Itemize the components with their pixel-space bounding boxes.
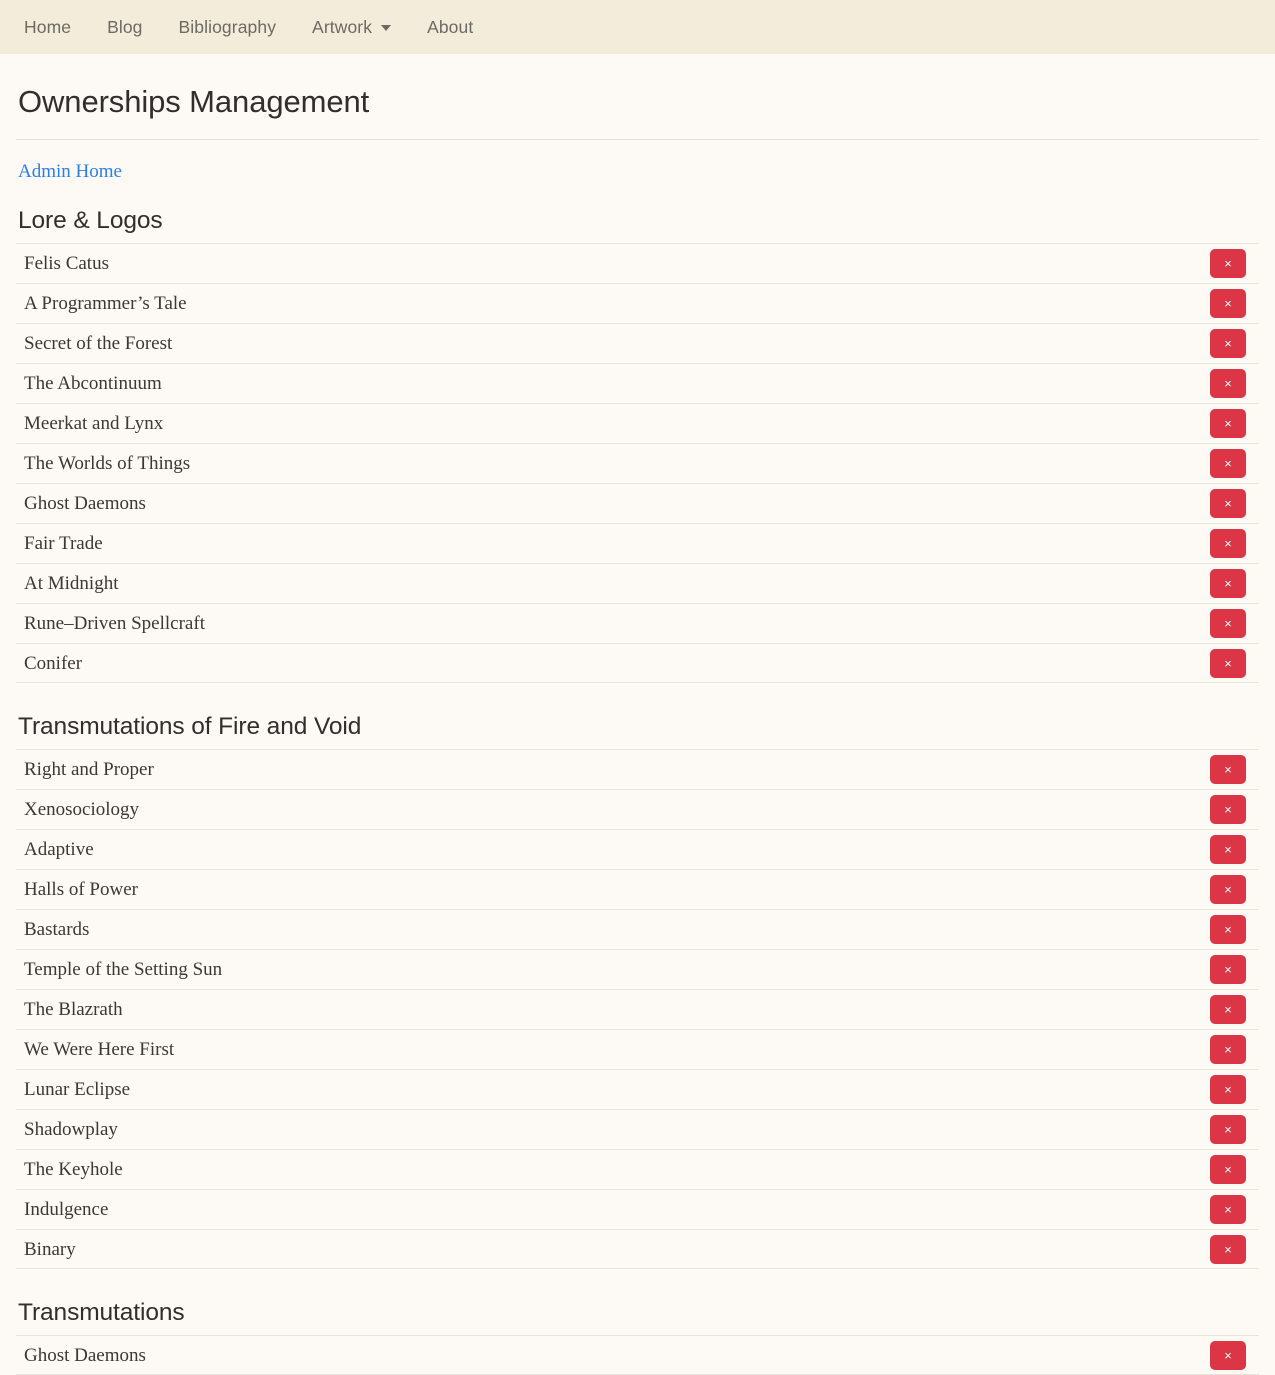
list-item: Felis Catus × bbox=[16, 243, 1259, 283]
delete-button[interactable]: × bbox=[1210, 529, 1246, 558]
list-item-label: Right and Proper bbox=[24, 759, 154, 780]
section-heading: Transmutations bbox=[18, 1299, 185, 1326]
page-container: Ownerships Management Admin Home Lore & … bbox=[0, 84, 1275, 1375]
section-heading: Lore & Logos bbox=[18, 207, 163, 234]
list-item-label: We Were Here First bbox=[24, 1039, 175, 1060]
list-item: Conifer × bbox=[16, 643, 1259, 683]
list-item: Xenosociology × bbox=[16, 789, 1259, 829]
page-title: Ownerships Management bbox=[18, 84, 370, 119]
list-item-label: Binary bbox=[24, 1238, 76, 1260]
nav-link-about[interactable]: About bbox=[409, 0, 491, 54]
delete-button[interactable]: × bbox=[1210, 569, 1246, 598]
delete-button[interactable]: × bbox=[1210, 1155, 1246, 1184]
delete-button[interactable]: × bbox=[1210, 449, 1246, 478]
nav-link-home[interactable]: Home bbox=[18, 0, 89, 54]
delete-button[interactable]: × bbox=[1210, 1195, 1246, 1224]
delete-button[interactable]: × bbox=[1210, 755, 1246, 784]
ownership-list: Ghost Daemons × bbox=[16, 1335, 1259, 1375]
list-item: Right and Proper × bbox=[16, 749, 1259, 789]
nav-items: Home Blog Bibliography Artwork About bbox=[18, 0, 491, 54]
list-item-label: Bastards bbox=[24, 919, 90, 940]
nav-dropdown-artwork[interactable]: Artwork bbox=[294, 0, 409, 54]
list-item: Fair Trade × bbox=[16, 523, 1259, 563]
delete-button[interactable]: × bbox=[1210, 1234, 1246, 1264]
section-heading: Transmutations of Fire and Void bbox=[18, 713, 362, 740]
ownership-list: Felis Catus × A Programmer’s Tale × Secret o… bbox=[16, 243, 1259, 683]
list-item-label: Conifer bbox=[24, 652, 83, 674]
list-item: Ghost Daemons × bbox=[16, 483, 1259, 523]
list-item: The Abcontinuum × bbox=[16, 363, 1259, 403]
list-item-label: Rune–Driven Spellcraft bbox=[24, 613, 205, 634]
list-item-label: Ghost Daemons bbox=[24, 493, 146, 514]
list-item: Binary × bbox=[16, 1229, 1259, 1269]
nav-link-bibliography[interactable]: Bibliography bbox=[161, 0, 295, 54]
list-item-label: Meerkat and Lynx bbox=[24, 413, 164, 434]
list-item-label: Indulgence bbox=[24, 1199, 109, 1220]
main-navbar: Home Blog Bibliography Artwork About bbox=[0, 0, 1275, 54]
list-item: Temple of the Setting Sun × bbox=[16, 949, 1259, 989]
list-item-label: The Worlds of Things bbox=[24, 453, 191, 474]
admin-home-link[interactable]: Admin Home bbox=[18, 161, 122, 183]
list-item-label: Xenosociology bbox=[24, 799, 140, 820]
delete-button[interactable]: × bbox=[1210, 648, 1246, 678]
sections-root: Lore & Logos Felis Catus × A Programmer’s T… bbox=[16, 207, 1259, 1375]
delete-button[interactable]: × bbox=[1210, 835, 1246, 864]
delete-button[interactable]: × bbox=[1210, 1340, 1246, 1370]
delete-button[interactable]: × bbox=[1210, 955, 1246, 984]
chevron-down-icon bbox=[381, 25, 392, 31]
list-item: Indulgence × bbox=[16, 1189, 1259, 1229]
list-item-label: Lunar Eclipse bbox=[24, 1079, 131, 1100]
list-item: Adaptive × bbox=[16, 829, 1259, 869]
delete-button[interactable]: × bbox=[1210, 409, 1246, 438]
delete-button[interactable]: × bbox=[1210, 915, 1246, 944]
list-item: The Worlds of Things × bbox=[16, 443, 1259, 483]
delete-button[interactable]: × bbox=[1210, 875, 1246, 904]
list-item: Shadowplay × bbox=[16, 1109, 1259, 1149]
list-item-label: Adaptive bbox=[24, 839, 94, 860]
list-item: Meerkat and Lynx × bbox=[16, 403, 1259, 443]
list-item: Rune–Driven Spellcraft × bbox=[16, 603, 1259, 643]
list-item-label: Secret of the Forest bbox=[24, 333, 173, 354]
list-item-label: At Midnight bbox=[24, 573, 119, 594]
delete-button[interactable]: × bbox=[1210, 1075, 1246, 1104]
list-item-label: The Abcontinuum bbox=[24, 373, 162, 394]
delete-button[interactable]: × bbox=[1210, 329, 1246, 358]
list-item: Ghost Daemons × bbox=[16, 1335, 1259, 1375]
delete-button[interactable]: × bbox=[1210, 289, 1246, 318]
delete-button[interactable]: × bbox=[1210, 249, 1246, 278]
list-item-label: A Programmer’s Tale bbox=[24, 293, 187, 314]
list-item: Halls of Power × bbox=[16, 869, 1259, 909]
delete-button[interactable]: × bbox=[1210, 995, 1246, 1024]
list-item-label: Halls of Power bbox=[24, 879, 138, 900]
delete-button[interactable]: × bbox=[1210, 369, 1246, 398]
delete-button[interactable]: × bbox=[1210, 1035, 1246, 1064]
list-item: Secret of the Forest × bbox=[16, 323, 1259, 363]
list-item-label: Temple of the Setting Sun bbox=[24, 959, 223, 980]
delete-button[interactable]: × bbox=[1210, 489, 1246, 518]
list-item: The Blazrath × bbox=[16, 989, 1259, 1029]
list-item-label: The Keyhole bbox=[24, 1159, 123, 1180]
nav-link-blog[interactable]: Blog bbox=[89, 0, 160, 54]
delete-button[interactable]: × bbox=[1210, 795, 1246, 824]
nav-dropdown-artwork-label: Artwork bbox=[312, 17, 373, 37]
delete-button[interactable]: × bbox=[1210, 609, 1246, 638]
list-item: Bastards × bbox=[16, 909, 1259, 949]
list-item: The Keyhole × bbox=[16, 1149, 1259, 1189]
list-item: A Programmer’s Tale × bbox=[16, 283, 1259, 323]
list-item: At Midnight × bbox=[16, 563, 1259, 603]
list-item-label: Fair Trade bbox=[24, 533, 103, 554]
list-item-label: Ghost Daemons bbox=[24, 1344, 146, 1366]
list-item: Lunar Eclipse × bbox=[16, 1069, 1259, 1109]
title-divider bbox=[16, 139, 1259, 140]
list-item-label: The Blazrath bbox=[24, 999, 123, 1020]
list-item-label: Shadowplay bbox=[24, 1119, 118, 1140]
delete-button[interactable]: × bbox=[1210, 1115, 1246, 1144]
list-item-label: Felis Catus bbox=[24, 253, 109, 274]
list-item: We Were Here First × bbox=[16, 1029, 1259, 1069]
ownership-list: Right and Proper × Xenosociology × Adaptive ×… bbox=[16, 749, 1259, 1269]
